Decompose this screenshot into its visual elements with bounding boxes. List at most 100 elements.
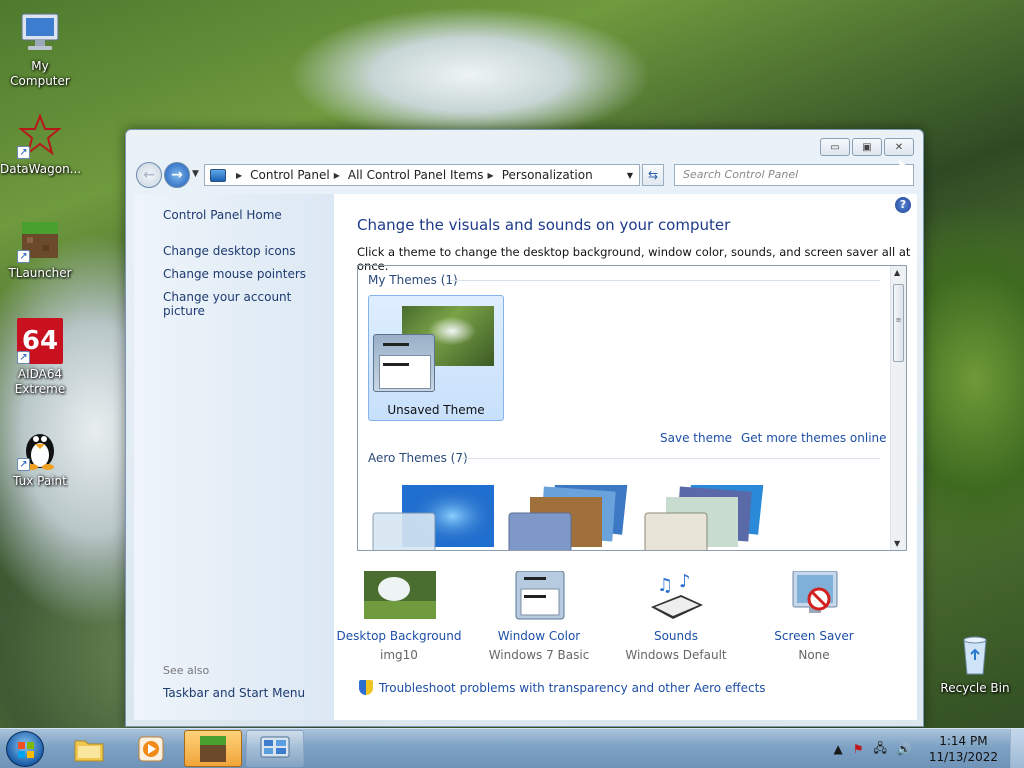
group-divider: [450, 280, 880, 281]
clock-time: 1:14 PM: [939, 734, 988, 748]
taskbar-tlauncher-button[interactable]: [184, 730, 242, 767]
refresh-button[interactable]: ⇆: [642, 164, 664, 186]
action-center-flag-icon[interactable]: ⚑: [853, 742, 864, 756]
windows-logo-icon: [18, 742, 34, 758]
personalization-window: ▭ ▣ ✕ ← → ▼ ▶ Control Panel ▶ All Contro…: [125, 129, 924, 727]
recycle-bin-icon: [952, 632, 998, 678]
close-button[interactable]: ✕: [884, 138, 914, 156]
change-mouse-pointers-link[interactable]: Change mouse pointers: [163, 267, 306, 281]
tux-penguin-icon: ↗: [17, 425, 63, 471]
page-title: Change the visuals and sounds on your co…: [357, 216, 731, 234]
start-button[interactable]: [6, 731, 44, 767]
aero-themes-header: Aero Themes (7): [368, 451, 468, 465]
window-color-thumbnail: [373, 334, 435, 392]
shortcut-arrow-icon: ↗: [17, 250, 30, 263]
main-content: ? Change the visuals and sounds on your …: [334, 194, 917, 720]
clock-date: 11/13/2022: [928, 750, 998, 764]
help-icon[interactable]: ?: [895, 197, 911, 213]
shield-icon: [359, 680, 373, 695]
minimize-button[interactable]: ▭: [820, 138, 850, 156]
show-desktop-button[interactable]: [1010, 729, 1024, 768]
chevron-down-icon: ▼: [192, 169, 199, 179]
chevron-right-icon: ▶: [487, 170, 494, 180]
recent-pages-dropdown[interactable]: ▼: [192, 169, 199, 179]
desktop-icon-label: DataWagon...: [0, 162, 82, 176]
chevron-right-icon: ▶: [333, 170, 340, 180]
screen-saver-setting[interactable]: Screen Saver None: [749, 570, 879, 662]
desktop-background-setting[interactable]: Desktop Background img10: [334, 571, 464, 662]
themes-scrollbar[interactable]: ▲ ≡ ▼: [890, 266, 906, 550]
shortcut-arrow-icon: ↗: [17, 146, 30, 159]
desktop-icon-tux-paint[interactable]: ↗ Tux Paint: [0, 425, 80, 489]
back-button[interactable]: ←: [136, 162, 162, 188]
troubleshoot-link[interactable]: Troubleshoot problems with transparency …: [359, 680, 766, 695]
volume-icon[interactable]: 🔊: [897, 742, 912, 756]
breadcrumb-control-panel[interactable]: Control Panel: [250, 168, 330, 182]
change-account-picture-link[interactable]: Change your account picture: [163, 290, 334, 318]
setting-value: Windows 7 Basic: [488, 648, 590, 662]
group-divider: [462, 458, 880, 459]
sidebar: Control Panel Home Change desktop icons …: [134, 194, 334, 720]
network-icon[interactable]: 🖧: [873, 739, 886, 760]
tlauncher-icon: ↗: [17, 217, 63, 263]
scroll-down-icon[interactable]: ▼: [894, 539, 900, 548]
sounds-setting[interactable]: ♫ ♪ Sounds Windows Default: [611, 571, 741, 662]
taskbar: ▲ ⚑ 🖧 🔊 1:14 PM 11/13/2022: [0, 728, 1024, 768]
window-controls: ▭ ▣ ✕: [820, 138, 914, 156]
setting-label: Sounds: [653, 629, 699, 643]
thumbnail-bar: [383, 363, 409, 366]
taskbar-explorer-button[interactable]: [60, 730, 118, 767]
arrow-right-icon: →: [171, 167, 183, 183]
theme-label: Unsaved Theme: [387, 403, 485, 417]
control-panel-icon: [210, 168, 226, 182]
taskbar-control-panel-button[interactable]: [246, 730, 304, 767]
save-theme-link[interactable]: Save theme: [660, 431, 732, 445]
my-themes-header: My Themes (1): [368, 273, 458, 287]
scroll-thumb[interactable]: ≡: [893, 284, 904, 362]
desktop-icon-label: Tux Paint: [13, 474, 67, 488]
setting-label: Desktop Background: [336, 629, 462, 643]
clock[interactable]: 1:14 PM 11/13/2022: [929, 733, 998, 765]
desktop-icon-tlauncher[interactable]: ↗ TLauncher: [0, 217, 80, 281]
system-tray: ▲ ⚑ 🖧 🔊 1:14 PM 11/13/2022: [828, 729, 1024, 768]
shortcut-arrow-icon: ↗: [17, 351, 30, 364]
breadcrumb-personalization[interactable]: Personalization: [502, 168, 593, 182]
get-more-themes-link[interactable]: Get more themes online: [741, 431, 887, 445]
setting-label: Screen Saver: [774, 629, 854, 643]
folder-icon: [74, 740, 104, 761]
window-color-icon: [504, 570, 574, 621]
aero-theme-characters[interactable]: [644, 477, 774, 550]
arrow-left-icon: ←: [143, 167, 155, 183]
address-dropdown-icon[interactable]: ▼: [627, 171, 633, 180]
theme-unsaved[interactable]: Unsaved Theme: [368, 295, 504, 421]
shortcut-arrow-icon: ↗: [17, 458, 30, 471]
themes-list: My Themes (1) Unsaved Theme Save theme G…: [357, 265, 907, 551]
taskbar-start-menu-link[interactable]: Taskbar and Start Menu: [163, 686, 305, 700]
forward-button[interactable]: →: [164, 162, 190, 188]
search-input[interactable]: Search Control Panel: [674, 164, 914, 186]
thumbnail-bar: [383, 343, 409, 346]
taskbar-media-player-button[interactable]: [122, 730, 180, 767]
screen-saver-icon: [779, 570, 849, 621]
window-color-setting[interactable]: Window Color Windows 7 Basic: [474, 570, 604, 662]
maximize-button[interactable]: ▣: [852, 138, 882, 156]
change-desktop-icons-link[interactable]: Change desktop icons: [163, 244, 296, 258]
see-also-heading: See also: [163, 664, 210, 677]
setting-value: Windows Default: [625, 648, 727, 662]
show-hidden-icons-button[interactable]: ▲: [833, 742, 842, 756]
refresh-icon: ⇆: [647, 168, 659, 182]
sounds-icon: ♫ ♪: [641, 571, 711, 621]
breadcrumb-all-items[interactable]: All Control Panel Items: [348, 168, 484, 182]
desktop-icon-my-computer[interactable]: My Computer: [0, 10, 80, 89]
setting-value: img10: [380, 648, 418, 662]
address-bar[interactable]: ▶ Control Panel ▶ All Control Panel Item…: [204, 164, 640, 186]
desktop-icon-datawagon[interactable]: ↗ DataWagon...: [0, 113, 82, 177]
aero-theme-architecture[interactable]: [508, 477, 638, 550]
control-panel-home-link[interactable]: Control Panel Home: [163, 208, 282, 222]
desktop-icon-aida64[interactable]: 64 ↗ AIDA64 Extreme: [0, 318, 80, 397]
desktop-icon-label: My Computer: [10, 59, 70, 88]
media-player-icon: [138, 736, 164, 761]
aero-theme-windows-7[interactable]: [372, 485, 502, 550]
scroll-up-icon[interactable]: ▲: [894, 268, 900, 277]
desktop-icon-recycle-bin[interactable]: Recycle Bin: [935, 632, 1015, 696]
